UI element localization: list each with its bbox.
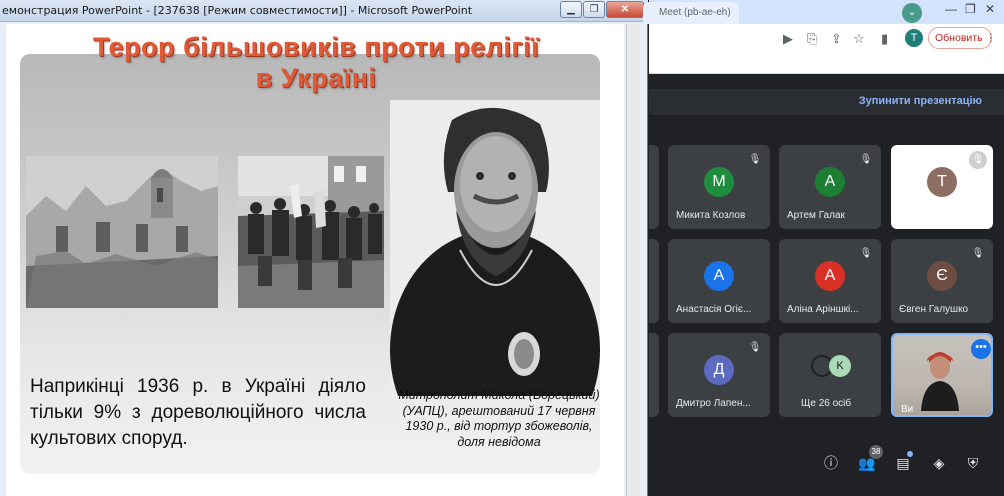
- participant-name: Артем Галак: [787, 210, 845, 221]
- mic-off-icon: 🎙: [748, 342, 762, 353]
- screen: емонстрация PowerPoint - [237638 [Режим …: [0, 0, 1004, 496]
- close-button[interactable]: ✕: [606, 1, 644, 18]
- participant-tile[interactable]: 🎙 T: [891, 145, 993, 229]
- participant-name: Євген Галушко: [899, 304, 969, 315]
- photo-caption: Митрополит Микола (Борецький) (УАПЦ), ар…: [398, 388, 600, 449]
- minimize-button[interactable]: ▁: [560, 1, 582, 18]
- ruined-church-photo: [26, 156, 218, 308]
- slide-body-text: Наприкінці 1936 р. в Україні діяло тільк…: [30, 376, 366, 449]
- share-icon[interactable]: ⇪: [831, 31, 842, 47]
- slide-scrollbar[interactable]: [626, 24, 640, 496]
- crowd-photo: [238, 156, 384, 308]
- camera-permission-icon[interactable]: ▶: [783, 31, 793, 47]
- maximize-button[interactable]: ❐: [583, 1, 605, 18]
- chrome-window: Meet (pb-ae-eh) ⌄ — ❐ ✕ ▶ ⎘ ⇪ ☆ ▮ T Обно…: [643, 0, 1004, 496]
- more-participants-label: Ще 26 осіб: [801, 398, 852, 409]
- sidepanel-icon[interactable]: ▮: [881, 31, 888, 47]
- slide-title-line-1: Терор більшовиків проти релігії: [92, 32, 540, 62]
- slide: Терор більшовиків проти релігії в Україн…: [6, 24, 624, 496]
- participant-tile[interactable]: 🎙 Є Євген Галушко: [891, 239, 993, 323]
- tile-partial: [649, 145, 659, 229]
- participant-name: Микита Козлов: [676, 210, 746, 221]
- update-button[interactable]: Обновить ⋮: [928, 27, 996, 49]
- window-titlebar[interactable]: емонстрация PowerPoint - [237638 [Режим …: [0, 0, 648, 22]
- self-person-figure: [921, 352, 959, 411]
- translate-icon[interactable]: ⎘: [807, 31, 817, 47]
- powerpoint-window: емонстрация PowerPoint - [237638 [Режим …: [0, 0, 648, 496]
- self-label: Ви: [901, 404, 914, 415]
- mic-off-icon: 🎙: [971, 248, 985, 259]
- participant-tile[interactable]: А Анастасія Огіє...: [668, 239, 770, 323]
- meet-control-bar: ⓘ 👥 38 ▤ ◈ ⛨: [649, 445, 1004, 477]
- meet-content: Зупинити презентацію 🎙 М Микита Козлов 🎙…: [649, 75, 1004, 496]
- bookmark-star-icon[interactable]: ☆: [853, 31, 865, 47]
- participant-tile[interactable]: 🎙 Д Дмитро Лапен...: [668, 333, 770, 417]
- info-icon[interactable]: ⓘ: [821, 453, 841, 473]
- host-controls-icon[interactable]: ⛨: [963, 453, 983, 473]
- participant-tile[interactable]: 🎙 А Аліна Аріншкі...: [779, 239, 881, 323]
- chrome-minimize-icon[interactable]: —: [945, 2, 957, 16]
- chrome-close-icon[interactable]: ✕: [985, 2, 995, 16]
- window-title: емонстрация PowerPoint - [237638 [Режим …: [2, 4, 473, 17]
- chrome-tab[interactable]: Meet (pb-ae-eh): [643, 2, 739, 24]
- more-avatar-front: K: [829, 355, 851, 377]
- avatar: М: [704, 167, 734, 197]
- avatar: А: [704, 261, 734, 291]
- stop-presenting-button[interactable]: Зупинити презентацію: [859, 95, 982, 107]
- avatar: А: [815, 167, 845, 197]
- participant-tile[interactable]: 🎙 А Артем Галак: [779, 145, 881, 229]
- chrome-toolbar: ▶ ⎘ ⇪ ☆ ▮ T Обновить ⋮: [649, 24, 1004, 54]
- activities-icon[interactable]: ◈: [929, 453, 949, 473]
- tile-partial: [649, 333, 659, 417]
- avatar: Д: [704, 355, 734, 385]
- bookmarks-bar: [649, 54, 1004, 74]
- presentation-bar: Зупинити презентацію: [649, 89, 1004, 115]
- avatar: T: [927, 167, 957, 197]
- slide-title: Терор більшовиків проти релігії в Україн…: [26, 32, 606, 94]
- self-view-options-icon[interactable]: •••: [971, 339, 991, 359]
- slide-title-line-2: в Україні: [255, 63, 377, 93]
- tile-partial: [649, 239, 659, 323]
- participant-count-badge: 38: [869, 445, 883, 459]
- update-label: Обновить: [935, 32, 983, 44]
- participant-tile[interactable]: 🎙 М Микита Козлов: [668, 145, 770, 229]
- tab-search-icon[interactable]: ⌄: [902, 3, 922, 23]
- mic-off-icon: 🎙: [969, 151, 987, 169]
- chrome-restore-icon[interactable]: ❐: [965, 2, 976, 16]
- mic-off-icon: 🎙: [859, 154, 873, 165]
- metropolitan-portrait-photo: [390, 100, 600, 396]
- chat-notification-dot: [907, 451, 913, 457]
- participant-name: Дмитро Лапен...: [676, 398, 751, 409]
- mic-off-icon: 🎙: [748, 154, 762, 165]
- more-participants-tile[interactable]: K Ще 26 осіб: [779, 333, 881, 417]
- participant-name: Анастасія Огіє...: [676, 304, 752, 315]
- participant-name: Аліна Аріншкі...: [787, 304, 859, 315]
- mic-off-icon: 🎙: [859, 248, 873, 259]
- avatar: А: [815, 261, 845, 291]
- self-view-tile[interactable]: ••• Ви: [891, 333, 993, 417]
- chrome-tab-bar: Meet (pb-ae-eh) ⌄ — ❐ ✕: [643, 0, 1004, 24]
- profile-avatar[interactable]: T: [905, 29, 923, 47]
- window-controls: ▁ ❐ ✕: [560, 1, 644, 18]
- avatar: Є: [927, 261, 957, 291]
- self-video: ••• Ви: [893, 335, 991, 415]
